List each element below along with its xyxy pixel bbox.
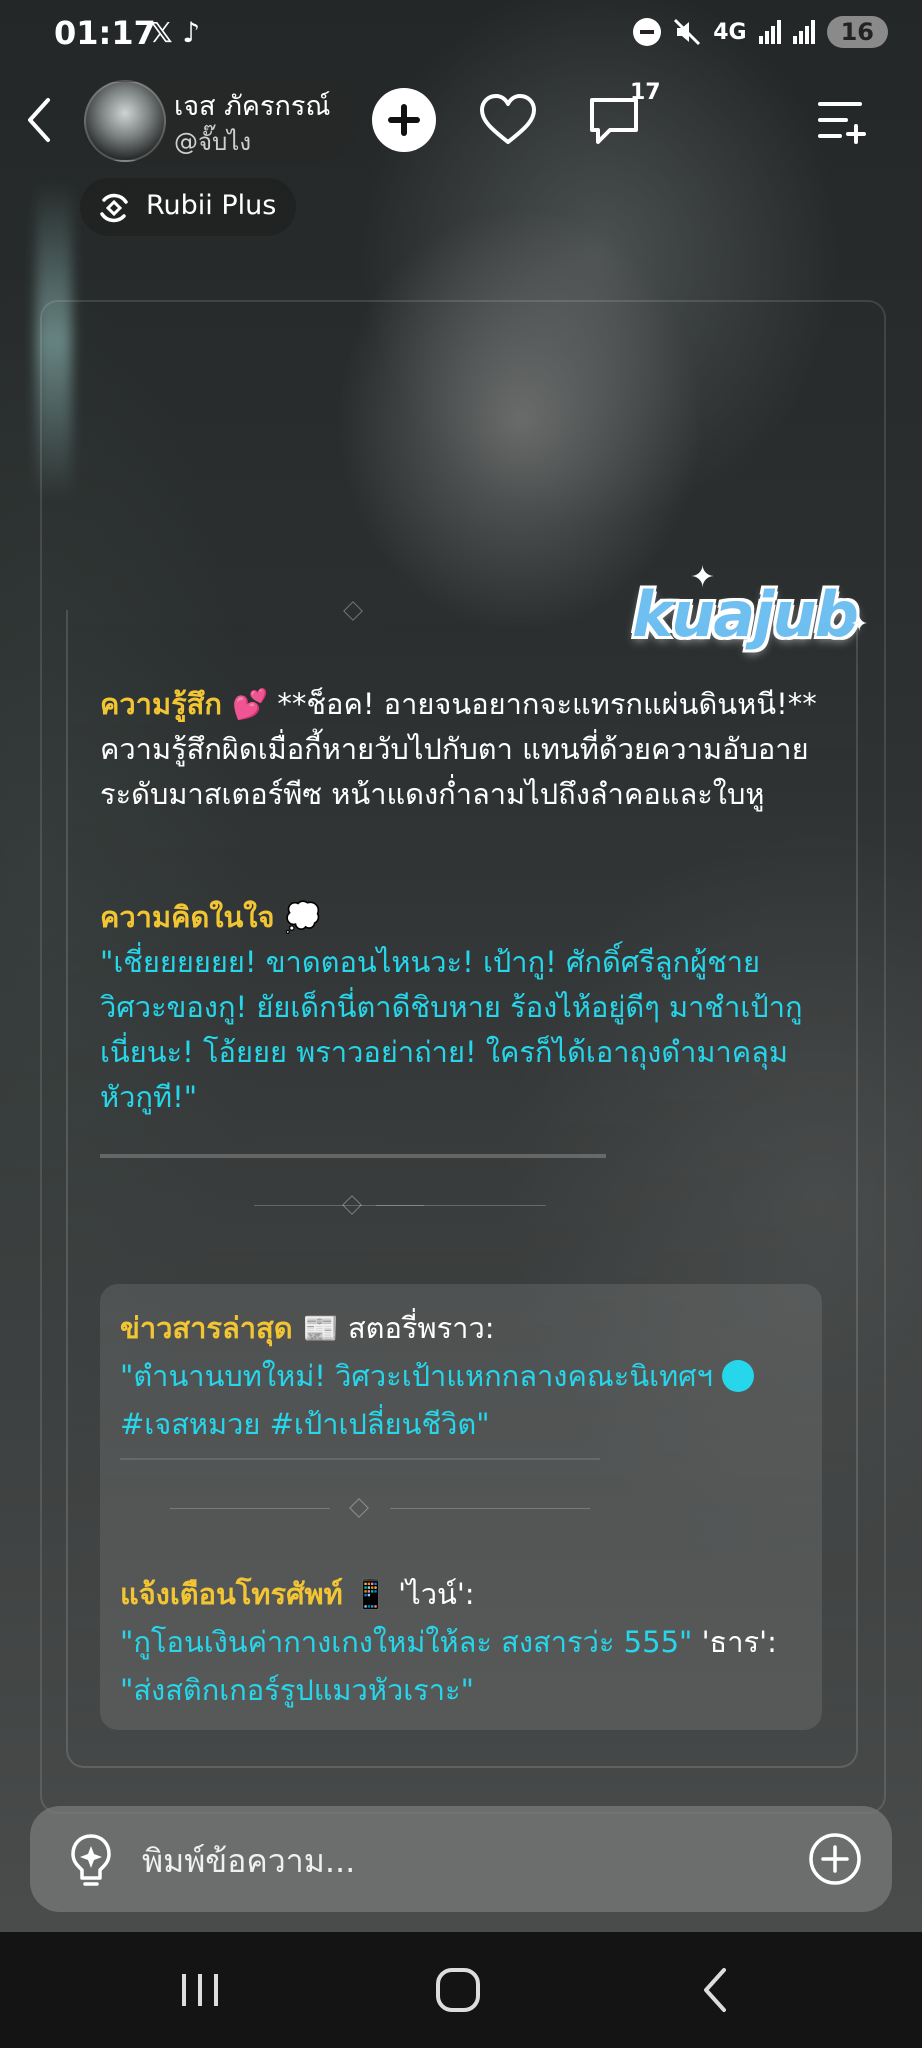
- network-type: 4G: [713, 19, 747, 45]
- news-source: สตอรี่พราว:: [338, 1311, 495, 1345]
- message-input-bar[interactable]: พิมพ์ข้อความ...: [30, 1806, 892, 1912]
- phone-label: แจ้งเตือนโทรศัพท์ 📱: [120, 1577, 389, 1611]
- heart-icon[interactable]: [476, 88, 540, 152]
- notification-app-icons: 𝕏 ♪: [150, 16, 201, 49]
- phone-paragraph: แจ้งเตือนโทรศัพท์ 📱 'ไวน์': "กูโอนเงินค่…: [120, 1570, 810, 1714]
- news-label: ข่าวสารล่าสุด 📰: [120, 1311, 339, 1345]
- divider: [100, 1154, 606, 1158]
- system-navigation-bar: [0, 1932, 922, 2048]
- signal-icon-2: [792, 20, 815, 44]
- news-quote: "ตำนานบทใหม่! วิศวะเป้าแหกกลางคณะนิเทศฯ: [120, 1359, 713, 1393]
- avatar[interactable]: [84, 80, 166, 162]
- phone-sender-2: 'ธาร':: [692, 1625, 777, 1659]
- menu-list-icon[interactable]: [816, 96, 868, 144]
- ornament-line: [390, 1508, 590, 1509]
- subscription-label: Rubii Plus: [146, 190, 277, 221]
- ornament-line: [376, 1205, 546, 1206]
- add-circle-icon[interactable]: [808, 1832, 862, 1886]
- system-status-icons: 4G 16: [633, 16, 888, 48]
- home-icon[interactable]: [428, 1960, 488, 2020]
- status-bar: 01:17 𝕏 ♪ 4G 16: [0, 0, 922, 68]
- profile-name: เจส ภัครกรณ์: [174, 91, 331, 122]
- thought-paragraph: ความคิดในใจ 💭 "เชี่ยยยยยย! ขาดตอนไหนวะ! …: [100, 895, 820, 1120]
- phone-message-2: "ส่งสติกเกอร์รูปแมวหัวเราะ": [120, 1673, 474, 1707]
- news-paragraph: ข่าวสารล่าสุด 📰 สตอรี่พราว: "ตำนานบทใหม่…: [120, 1304, 810, 1448]
- back-icon[interactable]: [686, 1960, 746, 2020]
- thought-label: ความคิดในใจ 💭: [100, 900, 321, 934]
- follow-plus-button[interactable]: [372, 88, 436, 152]
- signal-icon: [758, 20, 781, 44]
- feeling-label: ความรู้สึก 💕: [100, 687, 269, 721]
- message-input[interactable]: พิมพ์ข้อความ...: [142, 1836, 355, 1887]
- rubii-plus-icon: [100, 193, 128, 223]
- bubble-icon: [722, 1360, 755, 1392]
- phone-message-1: "กูโอนเงินค่ากางเกงใหม่ให้ละ สงสารว่ะ 55…: [120, 1625, 693, 1659]
- divider: [120, 1458, 600, 1460]
- rubii-plus-chip[interactable]: Rubii Plus: [80, 178, 296, 236]
- back-chevron-icon[interactable]: [22, 96, 56, 144]
- phone-sender-1: 'ไวน์':: [388, 1577, 475, 1611]
- mute-icon: [674, 18, 701, 46]
- character-profile-chip[interactable]: เจส ภัครกรณ์ @จั๊บไง: [80, 76, 360, 162]
- lightbulb-icon[interactable]: [64, 1830, 118, 1890]
- comment-count-badge: 17: [630, 80, 661, 105]
- recent-apps-icon[interactable]: [170, 1960, 230, 2020]
- status-time: 01:17: [54, 14, 156, 52]
- news-tags: #เจสหมวย #เป้าเปลี่ยนชีวิต": [120, 1407, 490, 1441]
- profile-handle: @จั๊บไง: [174, 128, 252, 156]
- battery-indicator: 16: [826, 16, 888, 48]
- feeling-paragraph: ความรู้สึก 💕 **ช็อค! อายจนอยากจะแทรกแผ่น…: [100, 682, 820, 817]
- ornament-line: [170, 1508, 330, 1509]
- do-not-disturb-icon: [633, 18, 662, 46]
- thought-text: "เชี่ยยยยยย! ขาดตอนไหนวะ! เป้ากู! ศักดิ์…: [100, 945, 803, 1114]
